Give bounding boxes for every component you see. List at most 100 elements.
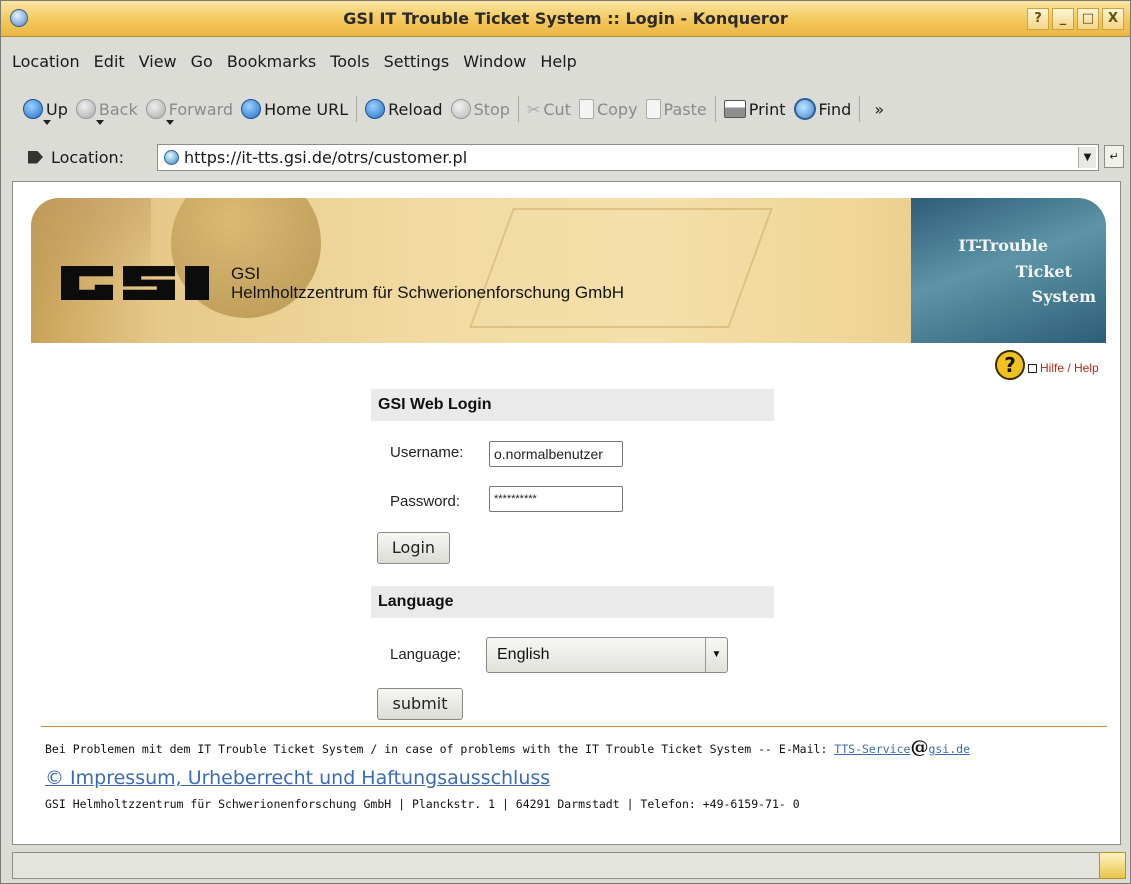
language-label: Language: xyxy=(390,646,461,663)
username-label: Username: xyxy=(390,444,464,461)
language-selected: English xyxy=(497,646,550,663)
menu-bookmarks[interactable]: Bookmarks xyxy=(220,49,323,75)
login-button[interactable]: Login xyxy=(377,532,450,564)
back-button[interactable]: Back xyxy=(75,99,138,125)
reload-button[interactable]: Reload xyxy=(365,99,443,119)
printer-icon xyxy=(723,100,746,118)
help-label[interactable]: Hilfe / Help xyxy=(1040,361,1099,375)
go-button[interactable]: ↵ xyxy=(1104,145,1124,168)
submit-button[interactable]: submit xyxy=(377,688,463,720)
url-history-dropdown[interactable]: ▼ xyxy=(1078,147,1096,168)
location-label-group: Location: xyxy=(28,148,124,167)
location-label: Location: xyxy=(51,147,125,167)
help-window-button[interactable]: ? xyxy=(1027,8,1049,30)
help-question-icon[interactable]: ? xyxy=(995,350,1025,380)
menu-view[interactable]: View xyxy=(132,49,184,75)
window-title: GSI IT Trouble Ticket System :: Login - … xyxy=(343,9,788,28)
print-label: Print xyxy=(748,99,786,119)
back-arrow-icon xyxy=(75,99,96,119)
menu-location[interactable]: Location xyxy=(1,49,87,75)
language-select[interactable]: English ▼ xyxy=(486,637,728,673)
email-link-user[interactable]: TTS-Service xyxy=(834,742,910,756)
home-button[interactable]: Home URL xyxy=(241,99,348,119)
scissors-icon: ✂ xyxy=(526,99,541,119)
lock-icon[interactable] xyxy=(1099,852,1126,879)
impressum-link[interactable]: © Impressum, Urheberrecht und Haftungsau… xyxy=(45,767,550,789)
toolbar-overflow-button[interactable]: » xyxy=(874,100,884,119)
home-icon xyxy=(241,99,262,119)
status-bar xyxy=(12,852,1121,879)
toolbar-separator xyxy=(356,96,358,122)
browser-window: GSI IT Trouble Ticket System :: Login - … xyxy=(0,0,1131,884)
dropdown-arrow-icon[interactable] xyxy=(95,120,104,125)
title-bar: GSI IT Trouble Ticket System :: Login - … xyxy=(1,1,1130,37)
location-bar: Location: https://it-tts.gsi.de/otrs/cus… xyxy=(1,141,1130,173)
logo-letter-s xyxy=(123,266,175,300)
logo-letter-g xyxy=(61,266,113,300)
window-controls: ? _ □ X xyxy=(1027,8,1124,30)
chevron-down-icon[interactable]: ▼ xyxy=(705,638,727,672)
gsi-logo xyxy=(61,266,209,300)
language-heading: Language xyxy=(371,586,774,618)
menu-help[interactable]: Help xyxy=(533,49,583,75)
go-icon: ↵ xyxy=(1109,150,1119,163)
login-heading: GSI Web Login xyxy=(371,389,774,421)
find-button[interactable]: Find xyxy=(793,98,852,120)
paste-icon xyxy=(645,99,661,119)
footer-problems-text: Bei Problemen mit dem IT Trouble Ticket … xyxy=(45,742,835,756)
stop-button[interactable]: Stop xyxy=(450,99,510,119)
menu-settings[interactable]: Settings xyxy=(377,49,457,75)
institute-short: GSI xyxy=(231,264,261,283)
email-link-domain[interactable]: gsi.de xyxy=(928,742,970,756)
password-input[interactable]: ********** xyxy=(489,486,623,512)
print-button[interactable]: Print xyxy=(723,99,786,119)
forward-button[interactable]: Forward xyxy=(145,99,234,125)
paste-button[interactable]: Paste xyxy=(645,99,707,119)
institute-long: Helmholtzzentrum für Schwerionenforschun… xyxy=(231,283,625,302)
dropdown-arrow-icon[interactable] xyxy=(165,120,174,125)
stop-icon xyxy=(450,99,471,119)
up-button[interactable]: Up xyxy=(23,99,68,125)
at-sign: @ xyxy=(910,737,929,758)
cut-label: Cut xyxy=(543,99,571,119)
reload-label: Reload xyxy=(388,99,443,119)
banner-system-panel: IT-Trouble Ticket System xyxy=(911,198,1106,343)
logo-letter-i xyxy=(185,266,209,300)
toolbar-separator xyxy=(859,96,861,122)
menu-tools[interactable]: Tools xyxy=(323,49,376,75)
help-box-icon xyxy=(1028,363,1037,373)
footer-address: GSI Helmholtzzentrum für Schwerionenfors… xyxy=(45,797,800,811)
menu-bar: Location Edit View Go Bookmarks Tools Se… xyxy=(1,49,584,75)
paste-label: Paste xyxy=(663,99,707,119)
forward-arrow-icon xyxy=(145,99,166,119)
stop-label: Stop xyxy=(473,99,510,119)
copy-label: Copy xyxy=(596,99,638,119)
system-title-line1: IT-Trouble xyxy=(958,236,1048,255)
url-text: https://it-tts.gsi.de/otrs/customer.pl xyxy=(184,148,468,167)
menu-window[interactable]: Window xyxy=(456,49,533,75)
copy-button[interactable]: Copy xyxy=(578,99,638,119)
page-content: GSI Helmholtzzentrum für Schwerionenfors… xyxy=(12,181,1121,845)
username-input[interactable]: o.normalbenutzer xyxy=(489,441,623,467)
maximize-button[interactable]: □ xyxy=(1077,8,1099,30)
minimize-button[interactable]: _ xyxy=(1052,8,1074,30)
url-input[interactable]: https://it-tts.gsi.de/otrs/customer.pl ▼ xyxy=(157,144,1099,171)
institute-name: GSI Helmholtzzentrum für Schwerionenfors… xyxy=(231,264,624,302)
header-banner: GSI Helmholtzzentrum für Schwerionenfors… xyxy=(31,198,1106,343)
close-button[interactable]: X xyxy=(1102,8,1124,30)
system-title-line2: Ticket xyxy=(1015,262,1072,281)
dropdown-arrow-icon[interactable] xyxy=(43,120,51,125)
forward-label: Forward xyxy=(168,99,234,119)
footer-contact: Bei Problemen mit dem IT Trouble Ticket … xyxy=(45,737,970,758)
menu-go[interactable]: Go xyxy=(184,49,220,75)
footer-divider xyxy=(41,726,1107,727)
help-link[interactable]: ? Hilfe / Help xyxy=(995,350,1099,380)
find-label: Find xyxy=(818,99,852,119)
password-label: Password: xyxy=(390,493,461,510)
favicon-icon xyxy=(164,150,179,165)
cut-button[interactable]: ✂ Cut xyxy=(527,100,571,119)
toolbar-separator xyxy=(517,96,519,122)
clear-location-icon[interactable] xyxy=(28,150,43,164)
system-title-line3: System xyxy=(1031,287,1096,306)
menu-edit[interactable]: Edit xyxy=(87,49,132,75)
